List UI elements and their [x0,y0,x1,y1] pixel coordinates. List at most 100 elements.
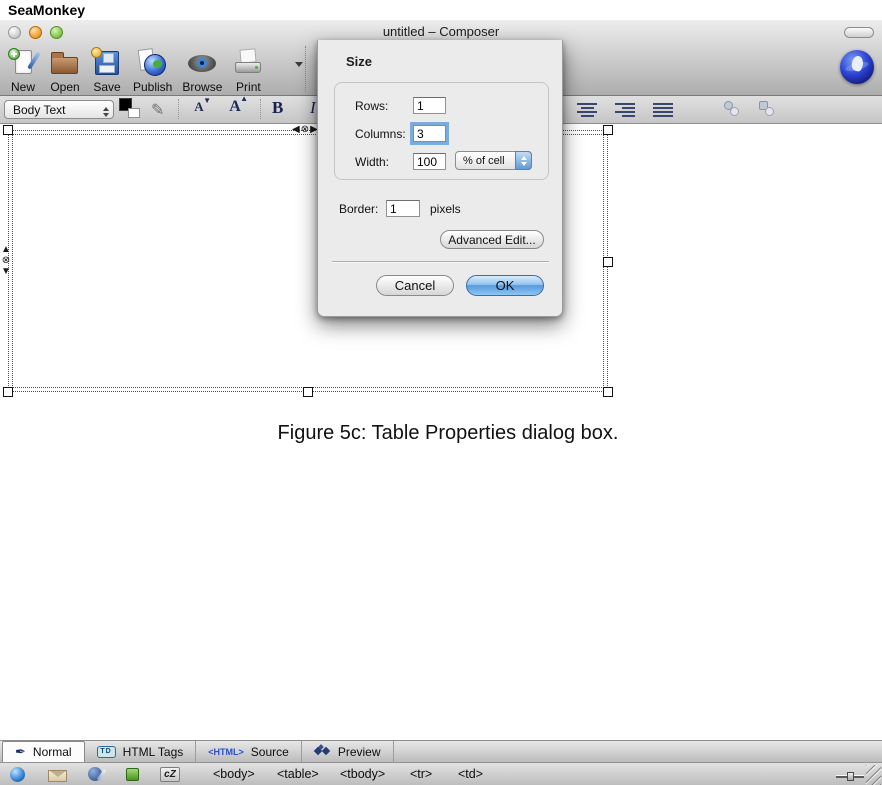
width-unit-value: % of cell [463,155,505,167]
table-resize-handle-top-right[interactable] [603,125,613,135]
align-justify-button[interactable] [653,103,673,117]
preview-icon [314,745,331,758]
tab-html-tags-label: HTML Tags [123,745,184,759]
seamonkey-throbber-icon[interactable] [840,50,874,84]
save-button[interactable]: Save [86,46,128,94]
print-button[interactable]: Print [227,46,269,94]
table-resize-handle-bottom-left[interactable] [3,387,13,397]
browse-button[interactable]: Browse [177,46,227,94]
border-input[interactable] [386,200,420,217]
width-input[interactable] [413,153,446,170]
resize-grip[interactable] [866,765,881,785]
paragraph-style-popup[interactable]: Body Text [4,100,114,119]
table-resize-handle-bottom-right[interactable] [603,387,613,397]
print-printer-icon [232,47,264,79]
breadcrumb-td[interactable]: <td> [458,763,483,785]
width-label: Width: [355,155,389,169]
tab-normal[interactable]: ✒ Normal [2,741,85,762]
save-button-label: Save [93,80,120,94]
print-menu-caret-icon[interactable] [295,62,303,71]
open-button[interactable]: Open [44,46,86,94]
align-center-button[interactable] [577,103,597,117]
main-toolbar: New Open Save Publish Browse Print [2,46,269,94]
composer-icon[interactable] [88,767,102,781]
popup-stepper-icon [515,151,532,170]
edit-mode-bar: ✒ Normal TD HTML Tags <HTML> Source Prev… [0,740,882,762]
popup-stepper-icon [103,103,109,121]
tab-html-tags[interactable]: TD HTML Tags [85,741,197,762]
new-page-icon [7,47,39,79]
chatzilla-icon[interactable]: cZ [160,767,180,782]
print-button-label: Print [236,80,261,94]
open-button-label: Open [50,80,79,94]
increase-font-button[interactable]: A ▲ [222,98,248,120]
save-floppy-icon [91,47,123,79]
browse-button-label: Browse [182,80,222,94]
advanced-edit-button[interactable]: Advanced Edit... [440,230,544,249]
publish-globe-icon [137,47,169,79]
insert-column-left-icon[interactable]: ◀ [292,124,300,135]
table-properties-dialog: Size Rows: Columns: Width: % of cell Bor… [317,40,563,317]
delete-column-icon[interactable]: ⊗ [301,124,309,135]
table-resize-handle-top-left[interactable] [3,125,13,135]
dialog-section-title: Size [346,54,372,69]
publish-button[interactable]: Publish [128,46,177,94]
tab-preview[interactable]: Preview [302,741,394,762]
decrease-font-button[interactable]: A ▼ [186,98,212,120]
menu-bar: SeaMonkey [0,0,882,20]
delete-row-icon[interactable]: ⊗ [2,255,10,266]
navigator-icon[interactable] [10,767,25,782]
border-label: Border: [339,202,378,216]
publish-button-label: Publish [133,80,172,94]
html-source-icon: <HTML> [208,747,244,757]
breadcrumb-body[interactable]: <body> [213,763,255,785]
tab-normal-label: Normal [33,745,72,759]
table-resize-handle-mid-right[interactable] [603,257,613,267]
tab-source-label: Source [251,745,289,759]
pen-icon: ✒ [15,744,26,760]
browse-eye-icon [186,47,218,79]
format-separator [178,99,179,119]
toolbar-toggle-pill[interactable] [844,27,874,38]
zoom-slider[interactable] [836,772,864,781]
cancel-button[interactable]: Cancel [376,275,454,296]
send-to-back-button[interactable] [759,101,777,117]
breadcrumb-tbody[interactable]: <tbody> [340,763,385,785]
arrow-down-icon: ▼ [203,96,211,105]
border-unit-label: pixels [430,202,461,216]
italic-button[interactable]: I [310,98,316,118]
figure-caption: Figure 5c: Table Properties dialog box. [0,422,882,445]
format-separator [260,99,261,119]
tab-preview-label: Preview [338,745,381,759]
image-button[interactable] [690,102,704,116]
rows-input[interactable] [413,97,446,114]
insert-row-below-icon[interactable]: ▼ [1,266,11,277]
tab-source[interactable]: <HTML> Source [196,741,302,762]
new-button-label: New [11,80,35,94]
new-button[interactable]: New [2,46,44,94]
breadcrumb-tr[interactable]: <tr> [410,763,432,785]
breadcrumb-table[interactable]: <table> [277,763,319,785]
arrow-up-icon: ▲ [240,94,248,103]
bring-to-front-button[interactable] [724,101,742,117]
row-edit-widget: ▲ ⊗ ▼ [1,244,11,277]
columns-input[interactable] [413,125,446,142]
toolbar-separator [305,46,306,92]
table-resize-handle-bottom-center[interactable] [303,387,313,397]
status-bar: cZ <body> <table> <tbody> <tr> <td> [0,762,882,785]
bold-button[interactable]: B [272,98,283,118]
highlight-pencil-icon[interactable]: ✎ [151,100,164,120]
width-unit-popup[interactable]: % of cell [455,151,532,170]
background-color-swatch[interactable] [128,108,140,118]
address-book-icon[interactable] [126,768,139,781]
rows-label: Rows: [355,99,388,113]
app-menu[interactable]: SeaMonkey [8,0,85,20]
ok-button[interactable]: OK [466,275,544,296]
paragraph-style-value: Body Text [13,103,65,117]
insert-row-above-icon[interactable]: ▲ [1,244,11,255]
td-tag-icon: TD [97,746,116,758]
align-right-button[interactable] [615,103,635,117]
column-edit-widget: ◀ ⊗ ▶ [292,124,318,135]
mail-icon[interactable] [48,770,67,782]
screen: SeaMonkey untitled – Composer New Open S… [0,0,882,785]
